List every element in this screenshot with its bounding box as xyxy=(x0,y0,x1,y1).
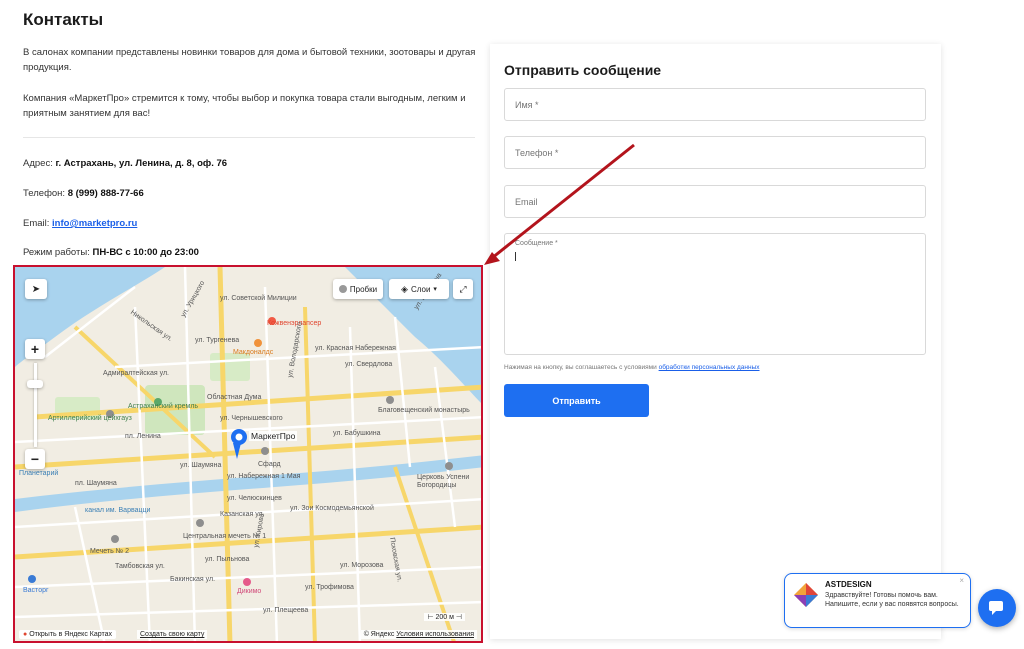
map-place-label: Областная Дума xyxy=(207,394,262,401)
map-place-label: ул. Бабушкина xyxy=(333,430,381,437)
map-place-label: Мечеть № 2 xyxy=(90,548,130,555)
address-label: Адрес: xyxy=(23,158,53,169)
yandex-map[interactable]: ул. Советской Милиции Кожвенэрлапсер ул.… xyxy=(13,265,483,643)
email-line: Email: info@marketpro.ru xyxy=(23,218,137,229)
hours-label: Режим работы: xyxy=(23,247,90,258)
map-place-label: канал им. Варвацци xyxy=(85,507,151,514)
map-place-label: ул. Трофимова xyxy=(305,584,354,591)
create-map-link[interactable]: Создать свою карту xyxy=(137,630,208,639)
map-place-label: Макдоналдс xyxy=(233,349,274,356)
scale-label: 200 м xyxy=(435,614,454,621)
chat-message: Здравствуйте! Готовы помочь вам. Напишит… xyxy=(825,592,959,608)
chat-popup[interactable]: ASTDESIGN Здравствуйте! Готовы помочь ва… xyxy=(784,573,971,628)
map-place-label: Васторг xyxy=(23,587,49,594)
map-place-label: Бакинская ул. xyxy=(170,576,216,583)
map-place-label: пл. Ленина xyxy=(125,433,161,440)
close-icon[interactable]: × xyxy=(959,576,964,585)
arrow-navigation-icon: ➤ xyxy=(31,283,41,295)
map-pin-label[interactable]: МаркетПро xyxy=(249,431,298,441)
email-link[interactable]: info@marketpro.ru xyxy=(52,218,137,229)
map-place-label: ул. Морозова xyxy=(340,562,384,569)
email-label: Email: xyxy=(23,218,50,229)
phone-label: Телефон: xyxy=(23,188,66,199)
fullscreen-button[interactable]: ⤢ xyxy=(453,279,473,299)
terms-link[interactable]: Условия использования xyxy=(396,631,474,638)
astdesign-logo-icon xyxy=(794,583,818,607)
address-value: г. Астрахань, ул. Ленина, д. 8, оф. 76 xyxy=(55,158,228,169)
map-place-label: ул. Красная Набережная xyxy=(315,345,396,352)
consent-text: Нажимая на кнопку, вы соглашаетесь с усл… xyxy=(504,364,760,371)
zoom-in-button[interactable]: + xyxy=(25,339,45,359)
map-place-label: ул. Чернышевского xyxy=(220,415,283,422)
map-canvas xyxy=(15,267,481,641)
map-place-label: Артиллерийский цейхгауз xyxy=(48,415,132,422)
traffic-light-icon xyxy=(338,285,347,293)
phone-line: Телефон: 8 (999) 888-77-66 xyxy=(23,188,144,199)
chat-bubble-icon xyxy=(989,601,1003,615)
layers-icon: ◈ xyxy=(401,283,408,294)
message-label: Сообщение * xyxy=(515,240,558,247)
map-place-label: ул. Зои Космодемьянской xyxy=(290,505,374,512)
chat-sender-name: ASTDESIGN xyxy=(825,580,872,589)
layers-label: Слои xyxy=(410,284,431,294)
map-place-label: Тамбовская ул. xyxy=(115,563,165,570)
email-field[interactable] xyxy=(504,185,926,218)
traffic-button[interactable]: Пробки xyxy=(333,279,383,299)
map-place-label: ул. Шаумяна xyxy=(180,462,222,469)
map-place-label: ул. Тургенева xyxy=(195,337,240,344)
map-place-label: Планетарий xyxy=(19,470,59,477)
message-textarea[interactable]: Сообщение * xyxy=(504,233,926,355)
chevron-down-icon: ▾ xyxy=(433,286,437,293)
intro-paragraph-1: В салонах компании представлены новинки … xyxy=(23,47,476,73)
map-copyright: © Яндекс Условия использования xyxy=(360,630,477,639)
map-footer: ● Открыть в Яндекс Картах Создать свою к… xyxy=(15,625,481,641)
traffic-label: Пробки xyxy=(349,284,378,294)
phone-value: 8 (999) 888-77-66 xyxy=(67,188,144,199)
map-place-label: Астраханский кремль xyxy=(128,403,199,410)
map-place-label: ул. Набережная 1 Мая xyxy=(227,473,301,480)
map-scale: ⊢ 200 м ⊣ xyxy=(424,613,465,621)
phone-field[interactable] xyxy=(504,136,926,169)
message-form-card: Отправить сообщение Сообщение * Нажимая … xyxy=(490,44,941,639)
zoom-slider-track[interactable] xyxy=(34,363,37,447)
zoom-out-button[interactable]: − xyxy=(25,449,45,469)
map-place-label: Кожвенэрлапсер xyxy=(267,320,322,327)
geolocation-button[interactable]: ➤ xyxy=(25,279,47,299)
open-in-yandex-link[interactable]: ● Открыть в Яндекс Картах xyxy=(19,630,117,639)
privacy-policy-link[interactable]: обработки персональных данных xyxy=(659,364,760,371)
map-place-label: Адмиралтейская ул. xyxy=(103,370,169,377)
map-place-label: ул. Плещеева xyxy=(263,607,309,614)
map-place-label: пл. Шаумяна xyxy=(75,480,117,487)
map-place-label: Сфард xyxy=(258,461,281,468)
hours-line: Режим работы: ПН-ВС с 10:00 до 23:00 xyxy=(23,247,199,258)
chat-open-button[interactable] xyxy=(978,589,1016,627)
consent-label: Нажимая на кнопку, вы соглашаетесь с усл… xyxy=(504,364,657,371)
name-field[interactable] xyxy=(504,88,926,121)
page-title: Контакты xyxy=(23,10,104,29)
map-place-label: Благовещенский монастырь xyxy=(378,407,470,414)
plus-icon: + xyxy=(30,341,40,357)
text-caret xyxy=(515,252,516,261)
address-line: Адрес: г. Астрахань, ул. Ленина, д. 8, о… xyxy=(23,158,227,169)
expand-icon: ⤢ xyxy=(459,283,467,294)
intro-paragraph-2: Компания «МаркетПро» стремится к тому, ч… xyxy=(23,93,466,119)
map-pin-icon: ● xyxy=(23,631,28,638)
map-place-label: Церковь Успени Богородицы xyxy=(417,474,470,489)
minus-icon: − xyxy=(30,451,40,467)
divider xyxy=(23,137,475,138)
map-place-label: ул. Пыльнова xyxy=(205,556,250,563)
map-place-label: Дикимо xyxy=(237,588,262,595)
open-in-yandex-label: Открыть в Яндекс Картах xyxy=(29,631,113,638)
map-place-label: ул. Челюскинцев xyxy=(227,495,282,502)
layers-button[interactable]: ◈ Слои ▾ xyxy=(389,279,449,299)
copyright-label: © Яндекс xyxy=(363,631,395,638)
submit-button[interactable]: Отправить xyxy=(504,384,649,417)
zoom-slider-handle[interactable] xyxy=(27,380,43,388)
map-place-label: ул. Советской Милиции xyxy=(220,295,297,302)
hours-value: ПН-ВС с 10:00 до 23:00 xyxy=(92,247,199,258)
map-place-label: ул. Свердлова xyxy=(345,361,393,368)
form-title: Отправить сообщение xyxy=(504,62,662,78)
